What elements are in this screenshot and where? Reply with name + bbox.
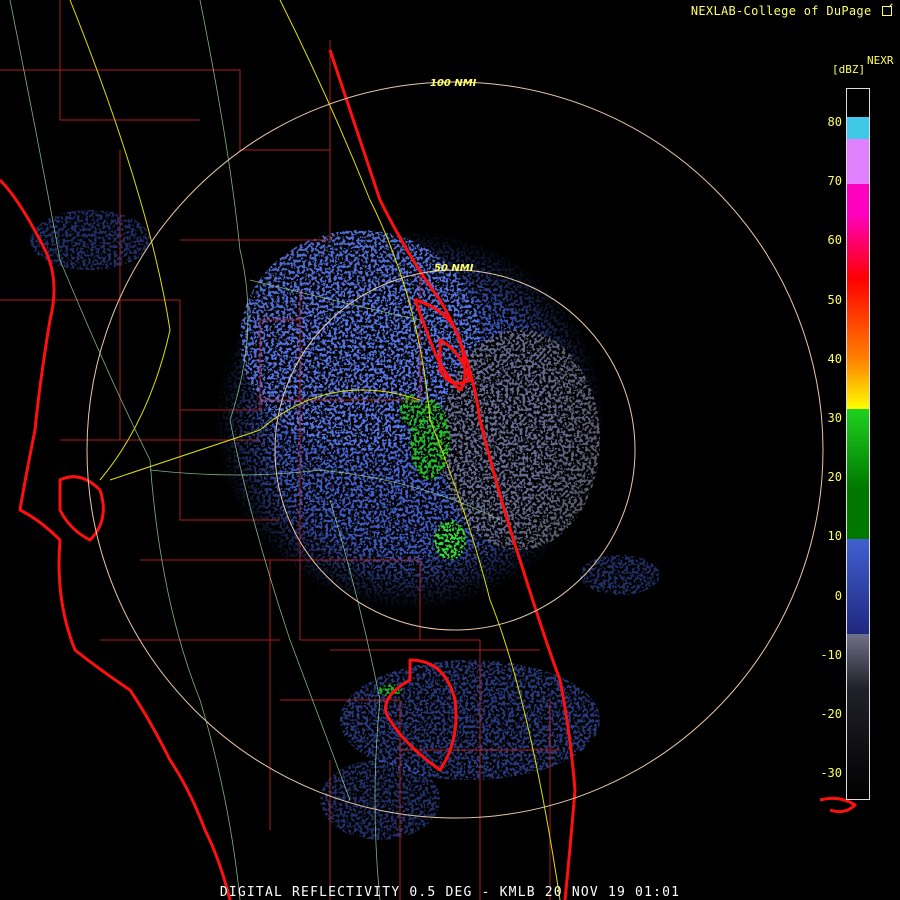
legend-tick-label: 30 xyxy=(827,411,842,425)
legend-segment xyxy=(847,539,869,634)
legend-tick-label: 70 xyxy=(827,174,842,189)
radar-viewer: 50 NMI 100 NMI NEXLAB-College of DuPage … xyxy=(0,0,900,900)
legend-segment xyxy=(847,689,869,799)
range-ring-label-100: 100 NMI xyxy=(430,78,477,89)
color-legend xyxy=(846,88,870,800)
legend-tick-label: 50 xyxy=(827,292,842,307)
legend-tick-label: -10 xyxy=(820,647,842,662)
legend-segment xyxy=(847,409,869,489)
reflectivity-echoes xyxy=(30,210,660,840)
credit-text[interactable]: NEXLAB-College of DuPage xyxy=(690,3,893,18)
legend-segment xyxy=(847,634,869,689)
unit-label: [dBZ] xyxy=(832,63,866,76)
range-ring-label-50: 50 NMI xyxy=(434,263,474,274)
legend-segment xyxy=(847,184,869,214)
legend-segment xyxy=(847,214,869,279)
legend-segment xyxy=(847,117,869,139)
legend-tick-label: 60 xyxy=(827,233,842,248)
legend-tick-label: 40 xyxy=(827,351,842,366)
legend-segment xyxy=(847,89,869,117)
radar-site-marker xyxy=(452,450,456,454)
product-footer: DIGITAL REFLECTIVITY 0.5 DEG - KMLB 20 N… xyxy=(219,885,681,900)
external-link-icon xyxy=(882,3,893,16)
legend-tick-label: 10 xyxy=(827,529,842,544)
credit-label: NEXLAB-College of DuPage xyxy=(690,4,872,18)
legend-segment xyxy=(847,139,869,184)
legend-tick-label: -20 xyxy=(820,707,842,721)
legend-tick-label: 0 xyxy=(834,588,842,603)
product-label: NEXR xyxy=(867,54,894,67)
legend-tick-label: -30 xyxy=(820,766,842,781)
legend-tick-label: 20 xyxy=(827,470,842,485)
radar-map[interactable]: 50 NMI 100 NMI xyxy=(0,0,900,900)
legend-segment xyxy=(847,359,869,409)
legend-tick-label: 80 xyxy=(827,115,842,129)
legend-segment xyxy=(847,489,869,539)
legend-segment xyxy=(847,279,869,359)
